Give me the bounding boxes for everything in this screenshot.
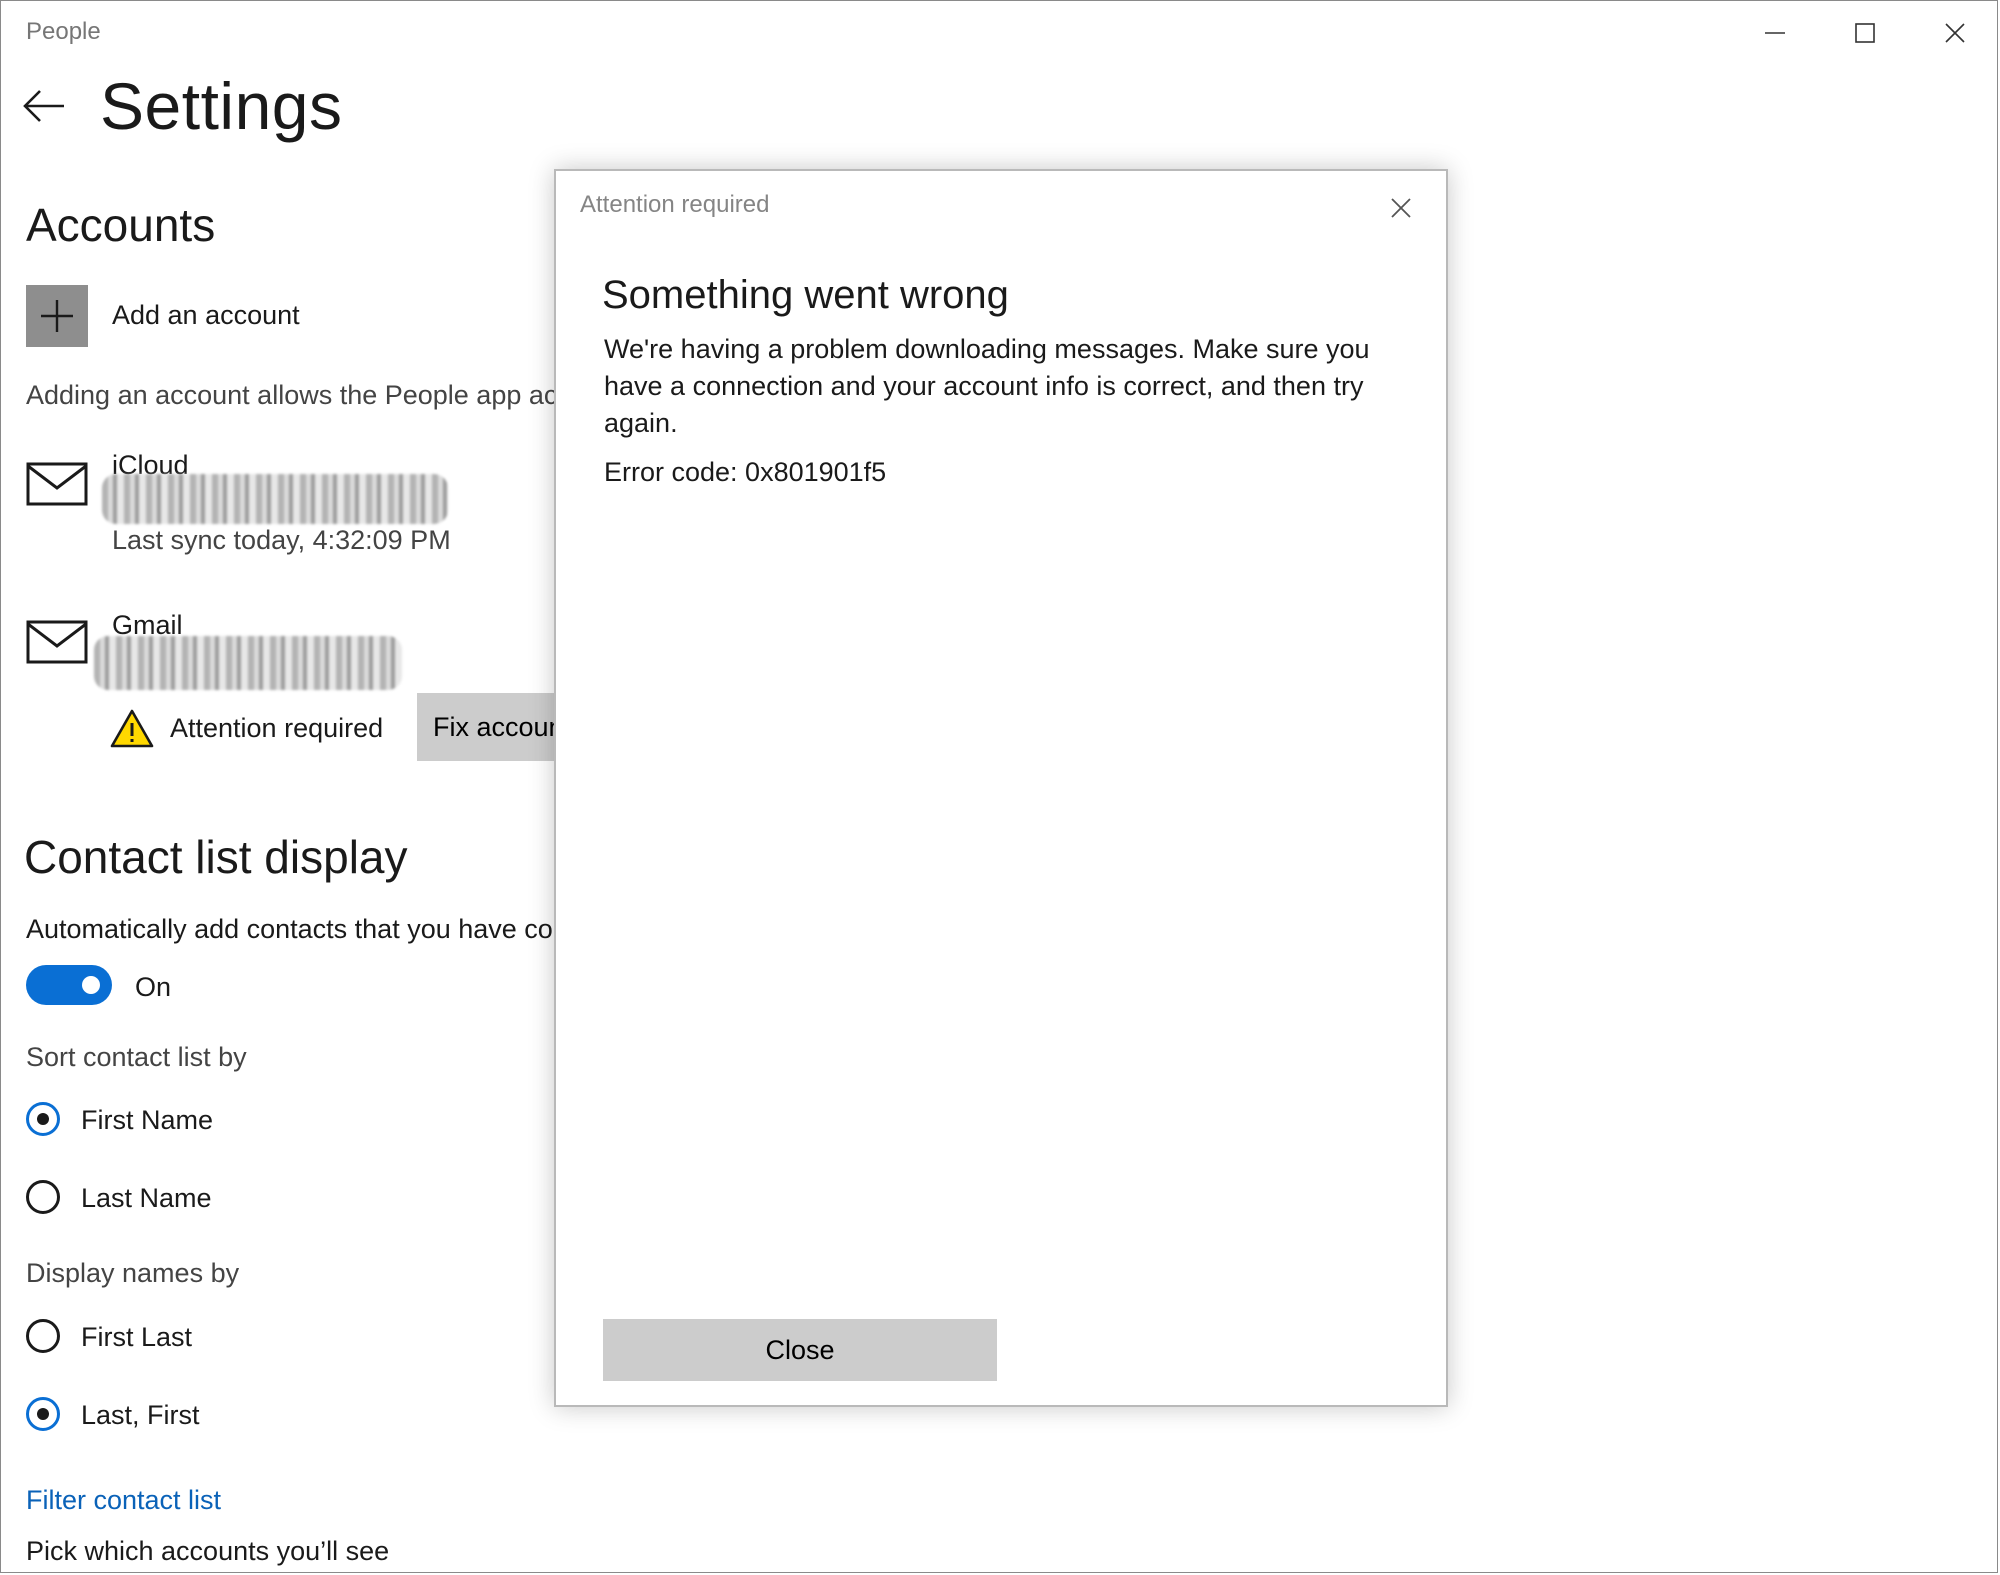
- toggle-knob: [82, 976, 100, 994]
- redacted-email: [102, 474, 448, 524]
- dialog-heading: Something went wrong: [602, 273, 1009, 317]
- back-button[interactable]: [16, 78, 72, 134]
- add-account-button[interactable]: [26, 285, 88, 347]
- maximize-icon: [1855, 23, 1875, 43]
- auto-add-label: Automatically add contacts that you have…: [26, 914, 553, 944]
- add-account-label[interactable]: Add an account: [112, 300, 300, 331]
- error-dialog: Attention required Something went wrong …: [554, 169, 1448, 1407]
- page-title: Settings: [100, 69, 343, 143]
- gmail-warning-text: Attention required: [170, 713, 384, 743]
- dialog-message: We're having a problem downloading messa…: [604, 334, 1370, 438]
- minimize-icon: [1765, 32, 1785, 34]
- maximize-button[interactable]: [1830, 10, 1900, 56]
- sort-label: Sort contact list by: [26, 1042, 247, 1072]
- contact-display-heading: Contact list display: [24, 831, 408, 883]
- app-title: People: [26, 18, 101, 45]
- minimize-button[interactable]: [1740, 10, 1810, 56]
- gmail-account-item[interactable]: [26, 620, 88, 669]
- mail-icon: [26, 462, 88, 506]
- icloud-sync-status: Last sync today, 4:32:09 PM: [112, 525, 451, 555]
- dialog-close-button[interactable]: Close: [603, 1319, 997, 1381]
- accounts-description: Adding an account allows the People app …: [26, 380, 558, 410]
- back-arrow-icon: [23, 90, 64, 122]
- mail-icon: [26, 620, 88, 664]
- dialog-error-code: Error code: 0x801901f5: [604, 457, 887, 487]
- filter-description: Pick which accounts you’ll see: [26, 1536, 390, 1566]
- close-icon: [1945, 23, 1965, 43]
- sort-last-name-radio[interactable]: [26, 1180, 60, 1214]
- display-names-label: Display names by: [26, 1258, 240, 1288]
- dialog-caption: Attention required: [580, 191, 770, 218]
- accounts-heading: Accounts: [26, 199, 216, 251]
- display-first-last-label[interactable]: First Last: [81, 1322, 192, 1353]
- sort-first-name-label[interactable]: First Name: [81, 1105, 213, 1136]
- display-first-last-radio[interactable]: [26, 1319, 60, 1353]
- display-last-first-label[interactable]: Last, First: [81, 1400, 200, 1431]
- filter-contact-list-link[interactable]: Filter contact list: [26, 1485, 221, 1516]
- redacted-email: [94, 636, 402, 690]
- toggle-state-label: On: [135, 972, 172, 1002]
- display-last-first-radio[interactable]: [26, 1397, 60, 1431]
- window-close-button[interactable]: [1920, 10, 1990, 56]
- close-icon: [1391, 198, 1411, 218]
- fix-account-button[interactable]: Fix account: [417, 693, 557, 761]
- icloud-account-item[interactable]: [26, 462, 88, 511]
- plus-icon: [41, 300, 73, 332]
- dialog-close-x-button[interactable]: [1378, 185, 1424, 231]
- sort-last-name-label[interactable]: Last Name: [81, 1183, 212, 1214]
- sort-first-name-radio[interactable]: [26, 1102, 60, 1136]
- warning-icon: [110, 708, 154, 753]
- auto-add-toggle[interactable]: [26, 965, 112, 1005]
